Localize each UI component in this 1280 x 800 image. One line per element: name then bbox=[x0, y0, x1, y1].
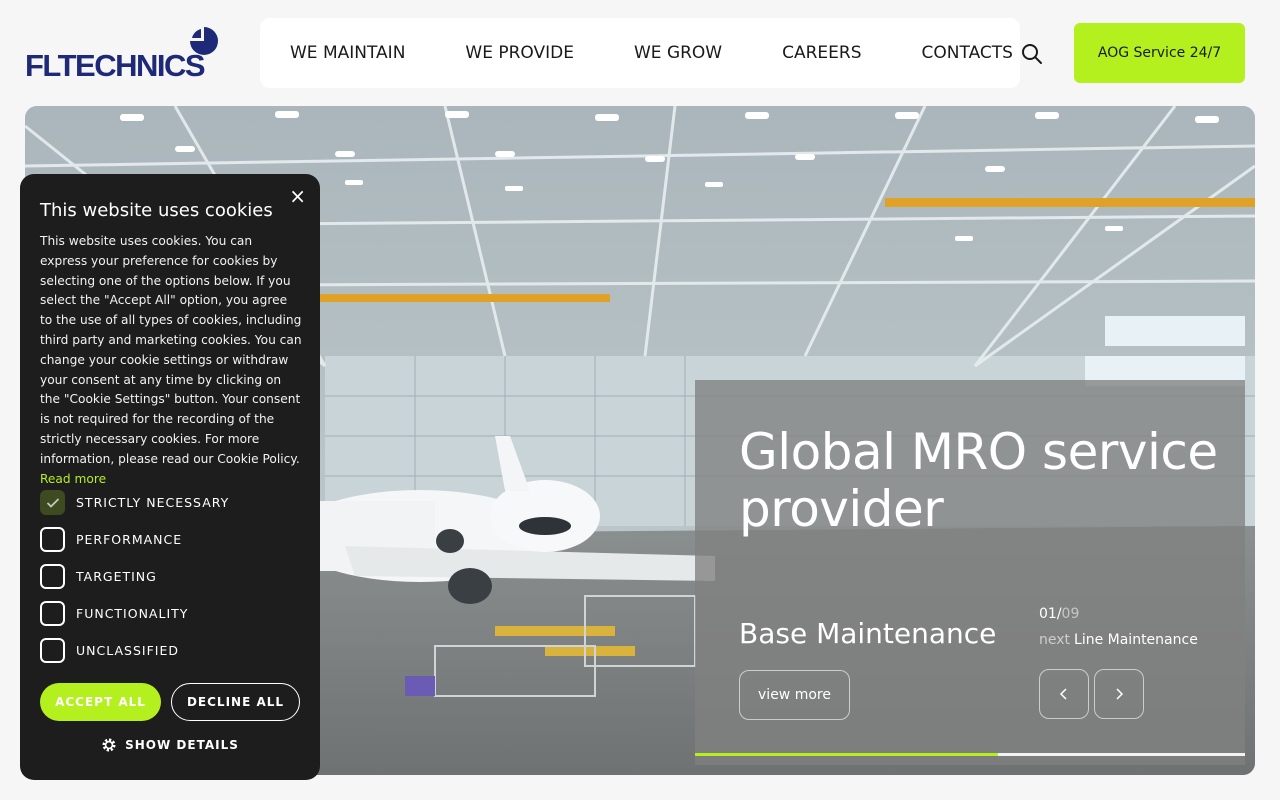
prev-slide-button[interactable] bbox=[1039, 669, 1089, 719]
slide-progress-fill bbox=[695, 753, 998, 756]
checkbox-checked[interactable] bbox=[40, 490, 65, 515]
cookie-option-targeting[interactable]: TARGETING bbox=[40, 564, 157, 589]
cookie-consent-modal: × This website uses cookies This website… bbox=[20, 174, 320, 780]
cookie-title: This website uses cookies bbox=[40, 200, 273, 221]
next-slide-label: next Line Maintenance bbox=[1039, 632, 1198, 648]
hero-title: Global MRO service provider bbox=[739, 423, 1218, 538]
search-icon[interactable] bbox=[1020, 42, 1044, 66]
next-slide-button[interactable] bbox=[1094, 669, 1144, 719]
checkbox[interactable] bbox=[40, 527, 65, 552]
cookie-option-strictly-necessary[interactable]: STRICTLY NECESSARY bbox=[40, 490, 229, 515]
checkmark-icon bbox=[46, 497, 59, 508]
chevron-right-icon bbox=[1116, 688, 1124, 700]
logo-mark-icon bbox=[190, 27, 218, 55]
main-nav: WE MAINTAIN WE PROVIDE WE GROW CAREERS C… bbox=[260, 18, 1020, 88]
slide-progress-bar bbox=[695, 753, 1245, 756]
nav-item-we-grow[interactable]: WE GROW bbox=[634, 43, 722, 63]
cookie-option-functionality[interactable]: FUNCTIONALITY bbox=[40, 601, 188, 626]
nav-item-careers[interactable]: CAREERS bbox=[782, 43, 861, 63]
checkbox[interactable] bbox=[40, 638, 65, 663]
show-details-label: SHOW DETAILS bbox=[125, 738, 239, 752]
next-slide-name: Line Maintenance bbox=[1074, 632, 1198, 648]
next-label: next bbox=[1039, 632, 1071, 648]
slide-counter-total: 09 bbox=[1061, 606, 1080, 622]
cookie-option-label: FUNCTIONALITY bbox=[76, 606, 189, 621]
gear-icon bbox=[102, 738, 116, 752]
cookie-option-label: PERFORMANCE bbox=[76, 532, 183, 547]
cookie-option-label: TARGETING bbox=[76, 569, 157, 584]
hero-panel: Global MRO service provider Base Mainten… bbox=[695, 380, 1245, 765]
cookie-option-label: STRICTLY NECESSARY bbox=[76, 495, 230, 510]
checkbox[interactable] bbox=[40, 564, 65, 589]
chevron-left-icon bbox=[1059, 688, 1067, 700]
hero-subtitle: Base Maintenance bbox=[739, 617, 997, 650]
nav-item-we-maintain[interactable]: WE MAINTAIN bbox=[290, 43, 405, 63]
accept-all-button[interactable]: ACCEPT ALL bbox=[40, 683, 161, 721]
logo-text: FLTECHNICS bbox=[25, 48, 206, 83]
cookie-option-performance[interactable]: PERFORMANCE bbox=[40, 527, 182, 552]
checkbox[interactable] bbox=[40, 601, 65, 626]
show-details-button[interactable]: SHOW DETAILS bbox=[20, 737, 320, 753]
close-icon[interactable]: × bbox=[289, 184, 306, 208]
nav-item-we-provide[interactable]: WE PROVIDE bbox=[465, 43, 574, 63]
slide-counter: 01/09 bbox=[1039, 606, 1079, 622]
aog-service-button[interactable]: AOG Service 24/7 bbox=[1074, 23, 1245, 83]
slide-counter-current: 01/ bbox=[1039, 606, 1062, 622]
logo[interactable]: FLTECHNICS bbox=[25, 26, 220, 83]
read-more-link[interactable]: Read more bbox=[40, 472, 106, 486]
cookie-description: This website uses cookies. You can expre… bbox=[40, 232, 302, 489]
decline-all-button[interactable]: DECLINE ALL bbox=[171, 683, 300, 721]
cookie-body-text: This website uses cookies. You can expre… bbox=[40, 234, 302, 466]
cookie-option-label: UNCLASSIFIED bbox=[76, 643, 179, 658]
cookie-option-unclassified[interactable]: UNCLASSIFIED bbox=[40, 638, 179, 663]
nav-item-contacts[interactable]: CONTACTS bbox=[922, 43, 1013, 63]
view-more-button[interactable]: view more bbox=[739, 670, 850, 720]
